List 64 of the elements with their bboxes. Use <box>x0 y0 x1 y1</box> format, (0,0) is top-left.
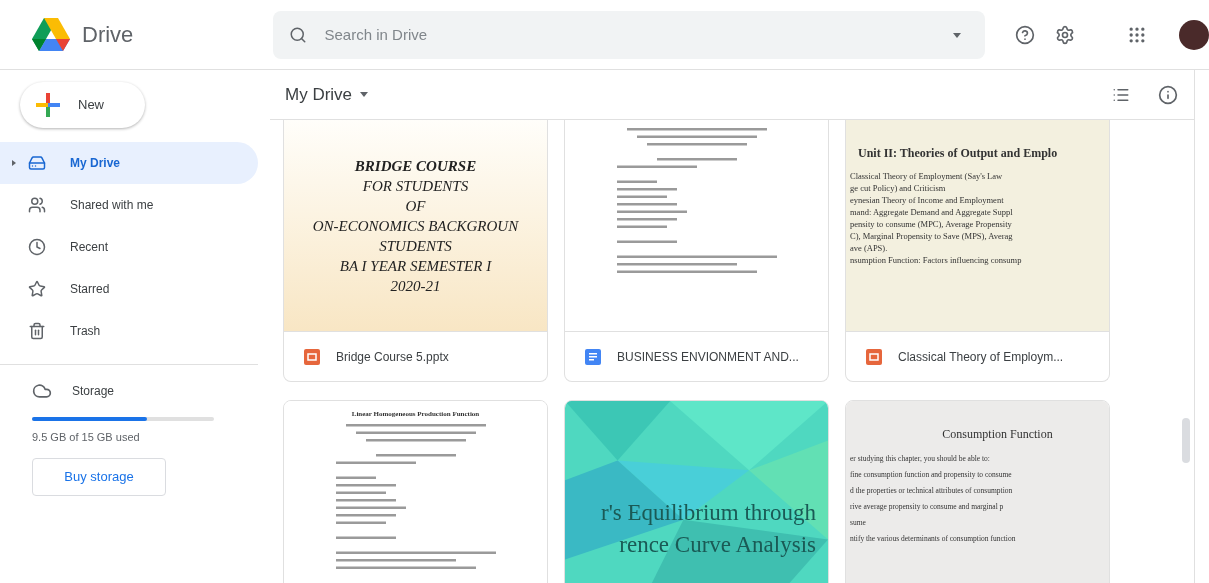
sidebar-label: Starred <box>70 281 110 298</box>
caret-icon <box>953 32 961 38</box>
slide-text: mand: Aggregate Demand and Aggregate Suppl <box>849 206 1013 218</box>
search-icon <box>288 25 307 44</box>
sidebar-item[interactable]: Trash <box>0 310 258 352</box>
slide-text: ge cut Policy) and Criticism <box>849 182 946 194</box>
slide-text: OF <box>405 196 426 216</box>
avatar[interactable] <box>1179 19 1209 50</box>
slide-text: ON-ECONOMICS BACKGROUN <box>312 216 519 236</box>
slide-title: BRIDGE COURSE <box>354 156 477 176</box>
file-card[interactable] <box>845 120 1110 382</box>
sidebar-item[interactable]: My Drive <box>0 142 258 184</box>
slide-text: BA I YEAR SEMESTER I <box>339 256 492 276</box>
slide-text: 2020-21 <box>390 276 441 296</box>
sidebar-label: Recent <box>70 239 109 256</box>
sidebar-label: Shared with me <box>70 197 154 214</box>
file-card[interactable] <box>845 400 1110 583</box>
scrollbar-thumb[interactable] <box>1182 418 1190 463</box>
app-name: Drive <box>82 21 134 49</box>
info-icon[interactable] <box>1158 84 1178 105</box>
trash-icon <box>28 322 46 340</box>
sidebar-label: My Drive <box>70 155 121 172</box>
file-name: BUSINESS ENVIONMENT AND... <box>617 348 799 366</box>
plus-icon <box>34 91 62 119</box>
slide-text: STUDENTS <box>379 236 452 256</box>
buy-storage-button[interactable]: Buy storage <box>32 457 166 496</box>
presentation-file-icon <box>866 348 882 365</box>
sidebar-item[interactable]: Recent <box>0 226 258 268</box>
slide-text: pensity to consume (MPC), Average Propensity <box>849 218 1012 230</box>
cloud-icon <box>32 381 52 401</box>
file-name: Bridge Course 5.pptx <box>336 348 449 366</box>
drive-logo-icon <box>32 17 70 52</box>
storage-usage-text: 9.5 GB of 15 GB used <box>32 430 141 445</box>
file-card[interactable]: BUSINESS ENVIONMENT AND... <box>564 120 829 382</box>
my-drive-dropdown[interactable]: My Drive <box>285 81 369 108</box>
file-name: Classical Theory of Employm... <box>898 348 1064 366</box>
people-icon <box>28 196 46 214</box>
slide-text: FOR STUDENTS <box>362 176 469 196</box>
clock-icon <box>28 238 46 256</box>
sidebar-item[interactable]: Shared with me <box>0 184 258 226</box>
drive-icon <box>28 154 46 172</box>
file-card[interactable]: BRIDGE COURSE FOR STUDENTS OF ON-ECONOMICS BACKGROUN STUDENTS BA I YEAR SEMESTER I 2020-21 Bridge Course 5.pptx <box>283 120 548 382</box>
slide-text: nsumption Function: Factors influencing consump <box>849 254 1022 266</box>
slide-title: Consumption Function <box>941 426 1053 443</box>
presentation-file-icon <box>304 348 320 365</box>
slide-text: Classical Theory of Employment (Say's Law <box>849 170 1003 182</box>
sidebar-label: Trash <box>70 323 101 340</box>
new-button[interactable]: New <box>20 82 145 128</box>
slide-text: C), Marginal Propensity to Save (MPS), Averag <box>849 230 1013 242</box>
slide-text: rence Curve Analysis <box>619 531 816 559</box>
star-icon <box>28 280 46 298</box>
caret-icon <box>360 92 369 97</box>
slide-text: ave (APS). <box>849 242 888 254</box>
slide-text: r's Equilibrium through <box>601 499 816 527</box>
settings-icon[interactable] <box>1055 24 1075 45</box>
expand-arrow-icon[interactable] <box>12 160 16 166</box>
storage-label: Storage <box>72 383 115 400</box>
sidebar-item[interactable]: Starred <box>0 268 258 310</box>
search-field[interactable]: Search in Drive <box>272 10 985 59</box>
slide-title: Unit II: Theories of Output and Emplo <box>857 145 1058 162</box>
document-file-icon <box>585 348 601 365</box>
file-card[interactable]: r's Equilibrium through rence Curve Analysis <box>564 400 829 583</box>
slide-text: eynesian Theory of Income and Employment <box>849 194 1004 206</box>
help-icon[interactable] <box>1015 24 1035 45</box>
